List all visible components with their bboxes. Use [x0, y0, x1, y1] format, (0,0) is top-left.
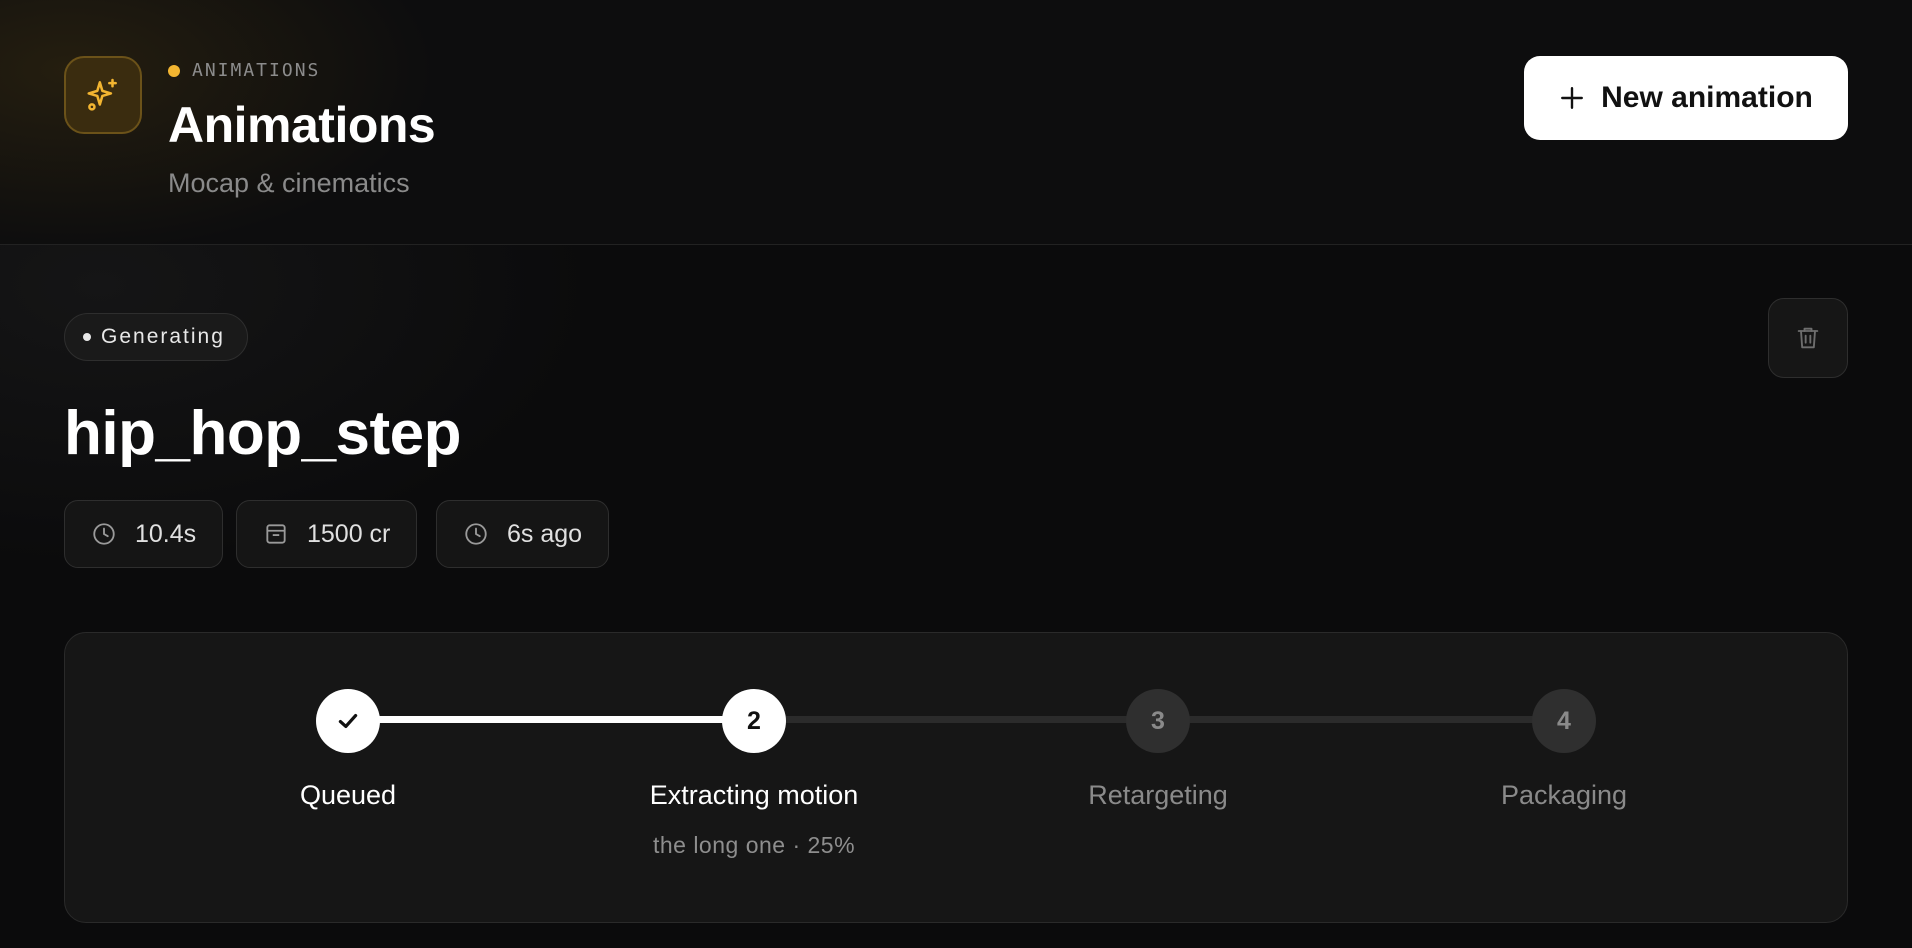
app-logo	[64, 56, 142, 134]
box-icon	[266, 524, 286, 544]
progress-track-filled	[348, 716, 754, 723]
status-dot	[83, 333, 91, 341]
step-1-label: Queued	[299, 780, 397, 810]
created-value: 6s ago	[507, 519, 583, 548]
status-badge: Generating	[64, 313, 248, 361]
page-header: ANIMATIONS Animations Mocap & cinematics…	[0, 0, 1912, 245]
step-4-label: Packaging	[1500, 780, 1628, 810]
new-animation-button[interactable]: New animation	[1524, 56, 1848, 140]
check-icon	[338, 713, 358, 729]
clock-icon	[465, 523, 487, 545]
step-3-label: Retargeting	[1088, 780, 1228, 810]
section-eyebrow: ANIMATIONS	[168, 60, 320, 81]
status-label: Generating	[101, 325, 225, 348]
accent-dot	[168, 64, 180, 77]
duration-chip: 10.4s	[64, 500, 224, 568]
delete-button[interactable]	[1768, 298, 1848, 378]
created-chip: 6s ago	[436, 500, 610, 568]
step-2-number: 2	[747, 706, 761, 735]
animation-name: hip_hop_step	[64, 399, 462, 468]
step-2-detail: the long one · 25%	[652, 832, 856, 858]
credits-chip: 1500 cr	[236, 500, 418, 568]
plus-icon	[1561, 87, 1584, 109]
page-title: Animations	[168, 97, 436, 153]
step-2-circle: 2	[722, 689, 786, 753]
page-subtitle: Mocap & cinematics	[168, 168, 410, 198]
eyebrow-label: ANIMATIONS	[192, 60, 321, 81]
new-animation-label: New animation	[1601, 81, 1813, 114]
step-4-number: 4	[1557, 706, 1571, 735]
progress-card	[64, 632, 1848, 923]
sparkles-icon	[87, 78, 117, 111]
credits-value: 1500 cr	[307, 519, 391, 548]
trash-icon	[1797, 327, 1819, 349]
step-3-number: 3	[1151, 706, 1165, 735]
step-3-circle: 3	[1126, 689, 1190, 753]
step-2-label: Extracting motion	[649, 780, 859, 810]
step-1-circle	[316, 689, 380, 753]
clock-icon	[93, 523, 115, 545]
step-4-circle: 4	[1532, 689, 1596, 753]
duration-value: 10.4s	[135, 519, 197, 548]
